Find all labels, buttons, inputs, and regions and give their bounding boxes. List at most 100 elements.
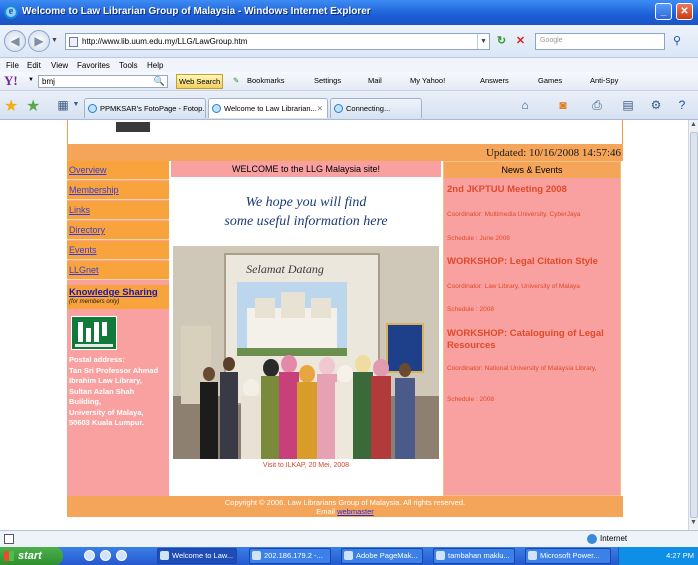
yahoo-menu-chevron-icon[interactable]: ▼ <box>28 77 34 83</box>
tab-label: PPMKSAR's FotoPage - Fotop... <box>100 104 206 113</box>
news-events-header: News & Events <box>444 162 620 178</box>
web-search-button[interactable]: Web Search <box>176 74 224 89</box>
anti-spy-button[interactable]: Anti-Spy <box>590 76 618 85</box>
page-viewport: Updated: 10/16/2008 14:57:46 Overview Me… <box>0 120 688 530</box>
menu-file[interactable]: File <box>6 61 19 70</box>
my-yahoo-button[interactable]: My Yahoo! <box>410 76 445 85</box>
news-item-title: 2nd JKPTUU Meeting 2008 <box>447 184 567 195</box>
nav-link[interactable]: Links <box>69 205 90 215</box>
postal-address: Postal address: Tan Sri Professor Ahmad … <box>69 355 167 429</box>
feeds-icon[interactable]: ◙ <box>555 96 571 114</box>
library-logo <box>71 316 117 350</box>
tab-bar: ★ ★ ▦ ▼ PPMKSAR's FotoPage - Fotop... We… <box>0 91 698 120</box>
url-dropdown-icon[interactable]: ▼ <box>477 34 489 49</box>
status-bar: Internet <box>0 530 698 547</box>
print-icon[interactable]: ⎙ <box>588 96 606 114</box>
members-only-note: (for members only) <box>69 299 120 305</box>
answers-button[interactable]: Answers <box>480 76 509 85</box>
news-item-schedule: Schedule : 2008 <box>447 306 494 313</box>
nav-link[interactable]: Directory <box>69 225 105 235</box>
menu-favorites[interactable]: Favorites <box>77 61 110 70</box>
url-field[interactable]: http://www.lib.uum.edu.my/LLG/LawGroup.h… <box>65 33 490 50</box>
nav-link[interactable]: LLGnet <box>69 265 99 275</box>
yahoo-logo-icon[interactable]: Y! <box>4 74 24 88</box>
nav-item-links[interactable]: Links <box>67 201 169 220</box>
menu-edit[interactable]: Edit <box>27 61 41 70</box>
back-button[interactable]: ◀ <box>4 30 26 52</box>
windows-flag-icon <box>4 551 14 561</box>
scroll-up-icon[interactable]: ▲ <box>689 121 698 131</box>
start-label: start <box>18 550 42 562</box>
knowledge-sharing-item[interactable]: Knowledge Sharing (for members only) <box>67 285 169 309</box>
nav-link[interactable]: Membership <box>69 185 119 195</box>
nav-link[interactable]: Events <box>69 245 97 255</box>
tab-label: Welcome to Law Librarian... <box>224 104 317 113</box>
news-events-heading: News & Events <box>501 165 563 175</box>
forward-button[interactable]: ▶ <box>28 30 50 52</box>
refresh-icon[interactable]: ↻ <box>493 33 510 50</box>
group-photo: Selamat Datang <box>173 246 439 459</box>
task-button-law[interactable]: Welcome to Law... <box>157 548 237 564</box>
bookmarks-button[interactable]: Bookmarks <box>247 76 285 85</box>
menu-help[interactable]: Help <box>147 61 163 70</box>
task-button-ip[interactable]: 202.186.179.2 -... <box>249 548 331 564</box>
page-status-icon <box>4 534 14 544</box>
welcome-message: We hope you will find some useful inform… <box>171 193 441 231</box>
updated-timestamp: Updated: 10/16/2008 14:57:46 <box>485 147 621 159</box>
task-icon <box>344 551 353 560</box>
tools-gear-icon[interactable]: ⚙ <box>648 96 664 114</box>
nav-item-events[interactable]: Events <box>67 241 169 260</box>
news-item-coordinator: Coordinator: Law Library, University of … <box>447 283 580 290</box>
quicklaunch-ie-icon[interactable] <box>84 550 95 561</box>
task-icon <box>528 551 537 560</box>
security-zone: Internet <box>600 534 628 543</box>
task-button-powerpoint[interactable]: Microsoft Power... <box>525 548 611 564</box>
task-button-tambahan[interactable]: tambahan maklu... <box>433 548 515 564</box>
quicklaunch-icon[interactable] <box>100 550 111 561</box>
tab-favicon-icon <box>88 104 97 113</box>
menu-tools[interactable]: Tools <box>119 61 138 70</box>
tab-loading-icon <box>334 104 343 113</box>
vertical-scrollbar[interactable]: ▲ ▼ <box>688 120 698 530</box>
knowledge-sharing-link[interactable]: Knowledge Sharing <box>69 287 158 298</box>
mail-button[interactable]: Mail <box>368 76 382 85</box>
home-icon[interactable]: ⌂ <box>516 96 534 114</box>
nav-item-membership[interactable]: Membership <box>67 181 169 200</box>
add-favorites-icon[interactable]: ★ <box>26 96 40 116</box>
postal-line: Postal address: <box>69 355 125 364</box>
favorites-star-icon[interactable]: ★ <box>4 96 18 116</box>
tab-close-icon[interactable]: ✕ <box>317 99 323 118</box>
start-button[interactable]: start <box>0 547 63 565</box>
tab-connecting[interactable]: Connecting... <box>330 98 422 118</box>
nav-item-overview[interactable]: Overview <box>67 161 169 180</box>
quick-tabs-icon[interactable]: ▦ <box>56 96 70 114</box>
nav-link[interactable]: Overview <box>69 165 107 175</box>
quicklaunch-icon[interactable] <box>116 550 127 561</box>
tab-favicon-icon <box>212 104 221 113</box>
menu-view[interactable]: View <box>51 61 68 70</box>
search-icon[interactable]: ⚲ <box>667 33 687 50</box>
search-input[interactable]: Google <box>535 33 665 50</box>
tab-list-icon[interactable]: ▼ <box>72 96 80 114</box>
help-icon[interactable]: ? <box>674 96 690 114</box>
yahoo-search-value: bmj <box>42 77 55 86</box>
scrollbar-thumb[interactable] <box>690 132 698 518</box>
history-dropdown-icon[interactable]: ▼ <box>51 37 58 44</box>
web-page: Updated: 10/16/2008 14:57:46 Overview Me… <box>67 120 623 517</box>
tab-fotopage[interactable]: PPMKSAR's FotoPage - Fotop... <box>84 98 206 118</box>
page-header-strip <box>67 120 623 144</box>
webmaster-link[interactable]: webmaster <box>337 507 374 516</box>
yahoo-search-input[interactable]: bmj 🔍 <box>38 75 168 88</box>
tab-law-librarian[interactable]: Welcome to Law Librarian... ✕ <box>208 98 328 118</box>
highlight-icon[interactable]: ✎ <box>233 76 239 85</box>
page-menu-icon[interactable]: ▤ <box>620 96 636 114</box>
task-button-pagemaker[interactable]: Adobe PageMak... <box>341 548 423 564</box>
games-button[interactable]: Games <box>538 76 562 85</box>
nav-item-directory[interactable]: Directory <box>67 221 169 240</box>
close-button[interactable]: ✕ <box>676 3 693 20</box>
minimize-button[interactable]: _ <box>655 3 672 20</box>
nav-item-llgnet[interactable]: LLGnet <box>67 261 169 280</box>
settings-button[interactable]: Settings <box>314 76 341 85</box>
stop-icon[interactable]: ✕ <box>512 33 529 50</box>
scroll-down-icon[interactable]: ▼ <box>689 519 698 529</box>
